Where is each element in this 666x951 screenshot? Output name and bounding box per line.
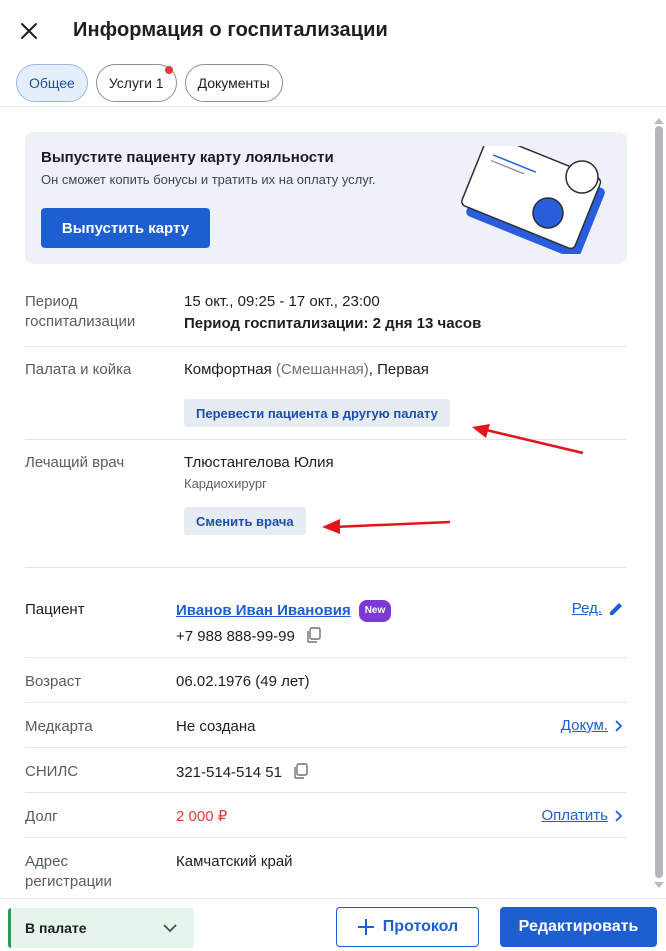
divider <box>25 346 627 347</box>
age-label: Возраст <box>25 673 82 690</box>
pay-link-label: Оплатить <box>541 807 609 824</box>
divider <box>25 439 627 440</box>
age-value: 06.02.1976 (49 лет) <box>176 673 310 690</box>
chevron-right-icon <box>615 809 623 822</box>
divider <box>25 702 627 703</box>
protocol-label: Протокол <box>382 918 459 935</box>
edit-button[interactable]: Редактировать <box>500 907 657 947</box>
status-value: В палате <box>25 920 87 936</box>
patient-label: Пациент <box>25 601 85 618</box>
transfer-ward-button[interactable]: Перевести пациента в другую палату <box>184 399 450 427</box>
debt-value: 2 000 ₽ <box>176 808 228 825</box>
promo-title: Выпустите пациенту карту лояльности <box>41 149 334 166</box>
snils-row: 321-514-514 51 <box>176 762 310 786</box>
loyalty-card-promo: Выпустите пациенту карту лояльности Он с… <box>25 132 627 264</box>
doctor-specialty: Кардиохирург <box>184 476 267 491</box>
scroll-up-icon[interactable] <box>654 118 664 124</box>
edit-patient-link[interactable]: Ред. <box>572 600 624 617</box>
period-value: 15 окт., 09:25 - 17 окт., 23:00 <box>184 293 380 310</box>
divider <box>25 657 627 658</box>
ward-value: Комфортная (Смешанная), Первая <box>184 360 429 380</box>
loyalty-card-illustration-icon <box>461 146 605 254</box>
doctor-label: Лечащий врач <box>25 454 125 471</box>
scrollbar[interactable] <box>654 118 664 888</box>
header: Информация о госпитализации Общее Услуги… <box>0 0 666 107</box>
patient-name-row: Иванов Иван Ивановия New <box>176 600 392 622</box>
copy-icon[interactable] <box>305 626 323 650</box>
divider <box>25 747 627 748</box>
ward-label: Палата и койка <box>25 361 132 378</box>
pencil-icon <box>610 602 622 615</box>
divider <box>25 837 627 838</box>
divider <box>25 792 627 793</box>
edit-link-label: Ред. <box>571 600 602 617</box>
tab-label: Услуги 1 <box>108 75 164 91</box>
period-label: Период госпитализации <box>25 293 136 330</box>
plus-icon <box>357 919 374 935</box>
documents-link-label: Докум. <box>560 717 608 734</box>
ward-name: Комфортная <box>184 361 272 378</box>
medcard-value: Не создана <box>176 718 256 735</box>
page-title: Информация о госпитализации <box>73 19 388 41</box>
doctor-name: Тлюстангелова Юлия <box>184 454 334 471</box>
tab-label: Общее <box>29 75 75 91</box>
change-doctor-button[interactable]: Сменить врача <box>184 507 306 535</box>
notification-dot <box>164 66 173 74</box>
close-icon[interactable] <box>16 18 42 44</box>
ward-bed: , Первая <box>368 361 429 378</box>
tab-label: Документы <box>197 75 270 91</box>
tab-documents[interactable]: Документы <box>184 64 283 102</box>
address-value: Камчатский край <box>176 853 293 870</box>
issue-card-button[interactable]: Выпустить карту <box>41 208 210 248</box>
main-content: Выпустите пациенту карту лояльности Он с… <box>0 108 652 898</box>
chevron-down-icon <box>163 924 177 933</box>
ward-type: (Смешанная) <box>275 361 369 378</box>
scroll-down-icon[interactable] <box>654 882 664 888</box>
period-duration: Период госпитализации: 2 дня 13 часов <box>184 315 482 332</box>
patient-phone: +7 988 888-99-99 <box>176 628 295 645</box>
patient-name-link[interactable]: Иванов Иван Ивановия <box>176 602 351 619</box>
patient-phone-row: +7 988 888-99-99 <box>176 626 323 650</box>
documents-link[interactable]: Докум. <box>561 717 624 734</box>
tab-bar: Общее Услуги 1 Документы <box>16 64 283 102</box>
snils-value: 321-514-514 51 <box>176 764 282 781</box>
debt-label: Долг <box>25 808 58 825</box>
divider <box>25 567 627 568</box>
snils-label: СНИЛС <box>25 763 79 780</box>
scrollbar-thumb[interactable] <box>655 126 663 878</box>
promo-subtitle: Он сможет копить бонусы и тратить их на … <box>41 172 376 187</box>
tab-services[interactable]: Услуги 1 <box>95 64 177 102</box>
add-protocol-button[interactable]: Протокол <box>336 907 479 947</box>
chevron-right-icon <box>615 719 623 732</box>
address-label: Адрес регистрации <box>25 853 112 890</box>
copy-icon[interactable] <box>292 762 310 786</box>
tab-general[interactable]: Общее <box>16 64 88 102</box>
footer: В палате Протокол Редактировать <box>0 898 666 951</box>
new-badge: New <box>358 600 392 622</box>
status-dropdown[interactable]: В палате <box>8 908 194 948</box>
pay-link[interactable]: Оплатить <box>542 807 625 824</box>
medcard-label: Медкарта <box>25 718 93 735</box>
